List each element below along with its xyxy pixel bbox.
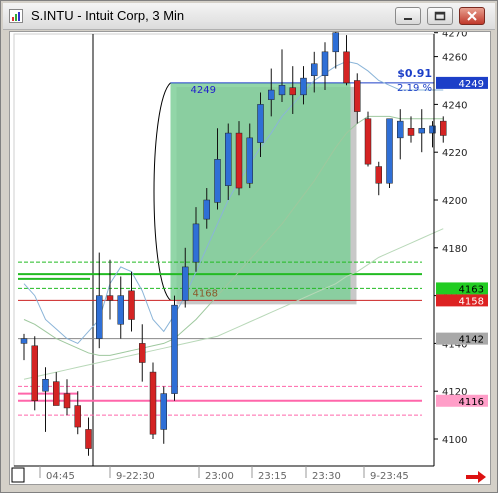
maximize-icon [434,11,446,21]
candle[interactable] [289,87,296,96]
x-tick-label: 9-22:30 [116,471,155,482]
minimize-icon [404,18,412,20]
candle[interactable] [407,128,415,136]
window-title: S.INTU - Intuit Corp, 3 Min [31,8,185,23]
candle[interactable] [53,381,60,406]
candle[interactable] [321,51,329,76]
x-tick-label: 23:15 [258,471,287,482]
price-chart[interactable]: 42494168$0.912.19 %410041204140416041804… [10,23,490,484]
candle[interactable] [149,371,157,435]
candle[interactable] [418,128,425,134]
close-button[interactable] [459,7,485,25]
candle[interactable] [42,379,49,392]
y-tick-label: 4200 [442,196,467,207]
candle[interactable] [235,132,243,189]
candle[interactable] [128,290,135,320]
candle[interactable] [160,393,167,430]
y-tick-label: 4180 [442,244,467,255]
y-tick-label: 4100 [442,435,467,446]
candle[interactable] [85,429,92,449]
candle[interactable] [268,89,275,100]
maximize-button[interactable] [427,7,453,25]
candle[interactable] [63,393,71,409]
candle[interactable] [74,405,81,428]
price-label-text: 4116 [459,397,484,408]
candle[interactable] [440,120,447,136]
minimize-button[interactable] [395,7,421,25]
candle[interactable] [192,223,200,263]
candle[interactable] [364,118,372,165]
candle[interactable] [300,77,307,96]
price-label-text: 4142 [459,335,484,346]
price-label-text: 4158 [459,296,484,307]
price-label-text: 4249 [459,79,484,90]
measure-top-label: 4249 [191,85,216,96]
candle[interactable] [96,295,103,339]
x-tick-label: 04:45 [46,471,75,482]
candle[interactable] [386,118,393,184]
candle[interactable] [139,343,146,363]
candle[interactable] [429,125,436,134]
close-icon [467,11,477,21]
candle[interactable] [171,304,178,394]
candle[interactable] [375,166,382,184]
measure-percent-label: 2.19 % [397,83,432,94]
x-tick-label: 23:30 [312,471,341,482]
chart-area[interactable]: 42494168$0.912.19 %410041204140416041804… [9,23,491,485]
candle[interactable] [343,51,350,84]
candle[interactable] [332,32,339,53]
scroll-box[interactable] [11,467,25,483]
candle[interactable] [20,338,28,344]
y-tick-label: 4260 [442,53,467,64]
candle[interactable] [203,199,210,220]
measure-change-label: $0.91 [397,67,432,80]
y-tick-label: 4240 [442,100,467,111]
chart-window: S.INTU - Intuit Corp, 3 Min 4249 4168 $0.9… [0,0,498,493]
candle[interactable] [354,80,361,112]
candle[interactable] [106,295,114,301]
candle[interactable] [182,266,189,301]
price-label-text: 4163 [459,284,484,295]
y-tick-label: 4220 [442,148,467,159]
candle[interactable] [214,159,221,203]
candle[interactable] [225,132,232,186]
candle[interactable] [397,120,404,139]
candle[interactable] [31,345,38,402]
candle[interactable] [311,63,318,76]
x-tick-label: 9-23:45 [370,471,409,482]
candle[interactable] [257,104,264,143]
candle[interactable] [278,85,286,96]
x-tick-label: 23:00 [205,471,234,482]
measure-bottom-label: 4168 [193,288,218,299]
candle[interactable] [117,295,124,325]
candle[interactable] [246,137,253,184]
app-icon [9,9,23,23]
title-bar[interactable]: S.INTU - Intuit Corp, 3 Min [3,3,495,30]
scroll-right-arrow-icon[interactable] [466,471,486,483]
y-tick-label: 4270 [442,32,467,40]
